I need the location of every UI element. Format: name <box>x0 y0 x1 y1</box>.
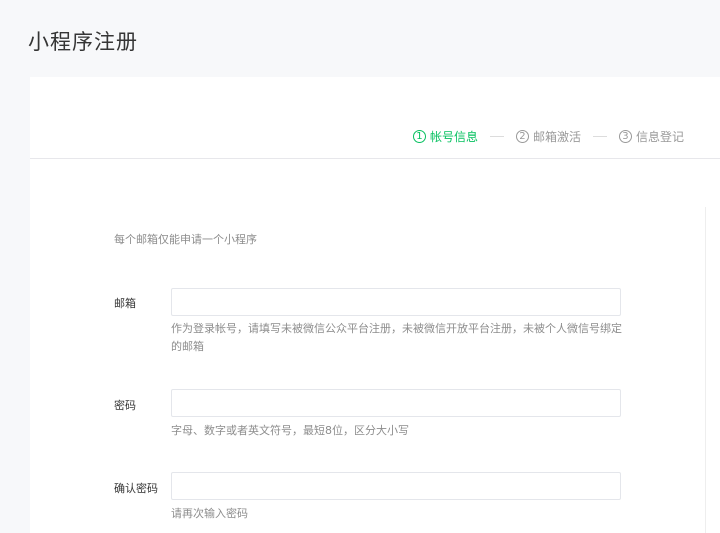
step-number-3: 3 <box>618 130 632 143</box>
step-label: 信息登记 <box>635 130 684 144</box>
step-separator <box>592 136 607 137</box>
password-label: 密码 <box>114 399 136 412</box>
confirm-password-input[interactable] <box>171 472 621 500</box>
step-email-activation: 2 邮箱激活 <box>515 128 581 145</box>
step-separator <box>489 136 504 137</box>
password-tip: 字母、数字或者英文符号，最短8位，区分大小写 <box>171 424 409 437</box>
step-info-registration: 3 信息登记 <box>618 128 684 145</box>
content-divider <box>705 207 706 533</box>
page-title: 小程序注册 <box>28 30 138 54</box>
steps-bar: 1 帐号信息 2 邮箱激活 3 信息登记 <box>30 77 720 159</box>
step-indicator: 1 帐号信息 2 邮箱激活 3 信息登记 <box>412 128 684 145</box>
email-tip: 作为登录帐号，请填写未被微信公众平台注册，未被微信开放平台注册，未被个人微信号绑… <box>171 322 622 353</box>
email-label: 邮箱 <box>114 297 136 310</box>
confirm-password-tip: 请再次输入密码 <box>171 507 248 520</box>
confirm-password-label: 确认密码 <box>114 482 158 495</box>
step-account-info: 1 帐号信息 <box>412 128 478 145</box>
step-number-2: 2 <box>515 130 529 143</box>
step-label: 帐号信息 <box>429 130 478 144</box>
step-number-1: 1 <box>412 130 426 143</box>
registration-card: 1 帐号信息 2 邮箱激活 3 信息登记 每个邮箱仅能申请一个小程序 邮箱 作为… <box>30 77 720 533</box>
registration-page: 小程序注册 1 帐号信息 2 邮箱激活 3 信息登记 每个邮箱仅能申请一个小程序… <box>0 0 720 533</box>
password-input[interactable] <box>171 389 621 417</box>
step-label: 邮箱激活 <box>532 130 581 144</box>
email-input[interactable] <box>171 288 621 316</box>
form-hint: 每个邮箱仅能申请一个小程序 <box>114 233 257 246</box>
